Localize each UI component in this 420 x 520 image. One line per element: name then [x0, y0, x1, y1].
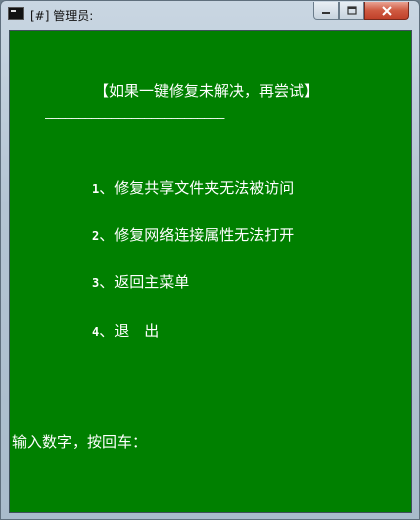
- minimize-button[interactable]: [313, 2, 339, 20]
- input-prompt: 输入数字，按回车：: [12, 433, 148, 451]
- menu-item-separator: 、: [99, 273, 115, 291]
- menu-item-label: 退 出: [114, 322, 160, 340]
- menu-item-4: 4、退 出: [92, 320, 159, 341]
- title-bar[interactable]: [#] 管理员:: [1, 1, 419, 29]
- menu-item-separator: 、: [99, 226, 115, 244]
- cmd-app-icon: [8, 7, 24, 20]
- maximize-button[interactable]: [339, 2, 364, 20]
- menu-item-separator: 、: [99, 322, 115, 340]
- window-title: [#] 管理员:: [30, 9, 94, 23]
- menu-item-label: 返回主菜单: [114, 273, 190, 291]
- menu-header: 【如果一键修复未解决，再尝试】: [94, 82, 320, 100]
- close-button[interactable]: [364, 2, 409, 20]
- console-window: [#] 管理员: 【如果一键修复未解决，再尝试】 ———————————————…: [0, 0, 420, 520]
- minimize-icon: [322, 11, 330, 14]
- menu-item-label: 修复共享文件夹无法被访问: [114, 179, 295, 197]
- maximize-icon: [346, 5, 357, 15]
- menu-item-separator: 、: [99, 179, 115, 197]
- menu-item-3: 3、返回主菜单: [92, 271, 189, 292]
- menu-item-1: 1、修复共享文件夹无法被访问: [92, 177, 294, 198]
- separator-line: ———————————————————————————: [45, 111, 224, 125]
- console-output[interactable]: 【如果一键修复未解决，再尝试】 ————————————————————————…: [9, 30, 412, 513]
- menu-item-label: 修复网络连接属性无法打开: [114, 226, 295, 244]
- menu-item-2: 2、修复网络连接属性无法打开: [92, 224, 294, 245]
- close-icon: [381, 5, 392, 16]
